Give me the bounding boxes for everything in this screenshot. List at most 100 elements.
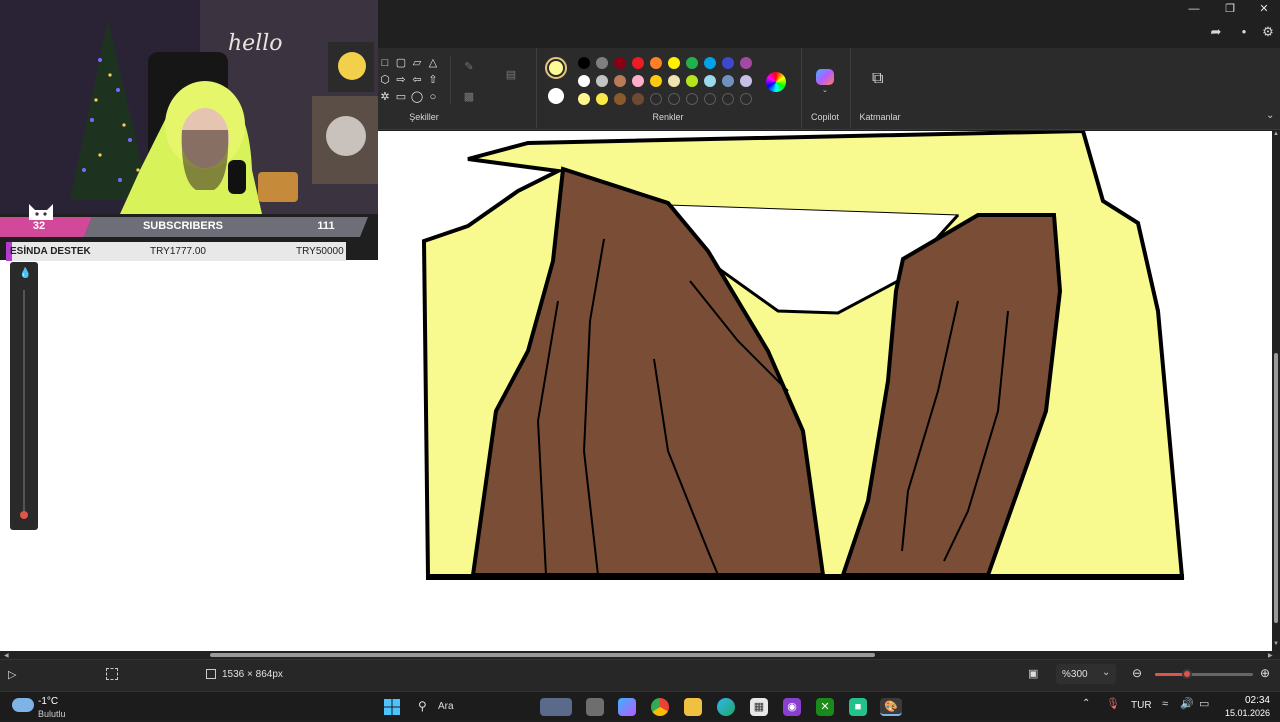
rounded-rectangle-shape-icon[interactable]: ▢ [394,56,408,70]
color-swatch[interactable] [704,57,716,69]
windows-start-icon[interactable] [383,698,401,716]
obs-icon[interactable]: ◉ [783,698,801,716]
color-swatch[interactable] [650,57,662,69]
scroll-up-icon[interactable]: ▲ [1273,131,1279,137]
empty-custom-color-slot[interactable] [722,93,734,105]
vertical-scrollbar[interactable]: ▲ ▼ [1272,131,1280,651]
zoom-in-icon[interactable]: ⊕ [1260,666,1270,680]
wifi-icon[interactable]: ≈ [1162,698,1168,710]
clock-date[interactable]: 15.01.2026 [1218,708,1270,718]
zoom-select[interactable]: %300 ⌄ [1056,664,1116,684]
color-swatch[interactable] [686,57,698,69]
volume-icon[interactable]: 🔊 [1180,697,1194,710]
widgets-icon[interactable] [540,698,572,716]
color-swatch[interactable] [614,93,626,105]
color-swatch[interactable] [578,93,590,105]
color-swatch[interactable] [632,57,644,69]
zoom-slider[interactable] [1155,669,1253,679]
slider-thumb[interactable] [20,511,28,519]
color-swatch[interactable] [722,57,734,69]
color-swatch[interactable] [596,75,608,87]
copilot-label[interactable]: Copilot [804,112,846,122]
zoom-out-icon[interactable]: ⊖ [1132,666,1142,680]
secondary-color-button[interactable] [548,88,564,104]
triangle-shape-icon[interactable]: △ [426,56,440,70]
fill-options-icon[interactable]: ▩ [462,90,476,104]
color-swatch[interactable] [614,75,626,87]
paint-app-icon[interactable]: 🎨 [880,698,902,716]
color-swatch[interactable] [578,57,590,69]
outline-brush-icon[interactable]: ✎ [462,60,476,74]
color-swatch[interactable] [632,93,644,105]
polygon-shape-icon[interactable]: ▱ [410,56,424,70]
up-arrow-shape-icon[interactable]: ⇧ [426,73,440,87]
color-swatch[interactable] [722,75,734,87]
color-swatch[interactable] [596,93,608,105]
weather-desc[interactable]: Bulutlu [38,709,66,719]
color-swatch[interactable] [614,57,626,69]
xbox-icon[interactable]: ✕ [816,698,834,716]
show-hidden-icons-chevron-icon[interactable]: ⌃ [1082,698,1090,709]
empty-custom-color-slot[interactable] [650,93,662,105]
color-swatch[interactable] [740,57,752,69]
close-icon[interactable]: ✕ [1246,0,1280,18]
restore-icon[interactable]: ❐ [1212,0,1248,18]
kick-app-icon[interactable]: ■ [849,698,867,716]
zoom-slider-thumb[interactable] [1182,669,1192,679]
empty-custom-color-slot[interactable] [668,93,680,105]
scroll-right-icon[interactable]: ▶ [1268,652,1273,659]
layers-icon[interactable]: ⧉ [872,70,883,88]
ribbon-collapse-chevron-icon[interactable]: ⌄ [1266,110,1274,121]
right-arrow-shape-icon[interactable]: ⇨ [394,73,408,87]
color-swatch[interactable] [578,75,590,87]
shapes-gallery[interactable]: □ ▢ ▱ △ ⬡ ⇨ ⇦ ⇧ ✲ ▭ ◯ ○ [378,56,448,104]
callout-rect-shape-icon[interactable]: ▭ [394,90,408,104]
vertical-volume-slider[interactable]: 💧 [10,262,38,530]
color-swatch[interactable] [668,57,680,69]
callout-cloud-shape-icon[interactable]: ○ [426,90,440,104]
battery-icon[interactable]: ▭ [1199,697,1209,710]
empty-custom-color-slot[interactable] [704,93,716,105]
scroll-down-icon[interactable]: ▼ [1273,641,1279,647]
star-shape-icon[interactable]: ✲ [378,90,392,104]
empty-custom-color-slot[interactable] [686,93,698,105]
minimize-icon[interactable]: — [1176,0,1212,18]
chrome-icon[interactable] [651,698,669,716]
weather-temp[interactable]: -1°C [38,696,58,707]
horizontal-scroll-thumb[interactable] [210,653,875,657]
hexagon-shape-icon[interactable]: ⬡ [378,73,392,87]
color-swatch[interactable] [704,75,716,87]
file-explorer-icon[interactable] [684,698,702,716]
color-swatch[interactable] [686,75,698,87]
copilot-icon[interactable] [816,69,834,85]
account-icon[interactable]: ● [1234,24,1254,40]
empty-custom-color-slot[interactable] [740,93,752,105]
weather-cloud-icon[interactable] [12,698,34,712]
microphone-icon[interactable]: 🎙 [1106,697,1120,710]
shape-options-icon[interactable]: ▤ [504,68,518,82]
drawing-canvas[interactable] [378,128,1280,652]
color-swatch[interactable] [632,75,644,87]
clock-time[interactable]: 02:34 [1224,695,1270,706]
chevron-down-icon[interactable]: ⌄ [822,86,828,94]
primary-color-button[interactable] [545,57,567,79]
color-swatch[interactable] [650,75,662,87]
task-view-icon[interactable] [586,698,604,716]
slider-track[interactable] [23,290,25,518]
callout-oval-shape-icon[interactable]: ◯ [410,90,424,104]
taskbar-search[interactable]: ⚲ Ara [412,696,532,718]
vertical-scroll-thumb[interactable] [1274,353,1278,623]
store-icon[interactable]: ▦ [750,698,768,716]
edge-icon[interactable] [717,698,735,716]
edit-colors-icon[interactable] [766,72,786,92]
scroll-left-icon[interactable]: ◀ [4,652,9,659]
settings-gear-icon[interactable]: ⚙ [1258,24,1278,40]
share-icon[interactable]: ➦ [1206,24,1226,40]
horizontal-scrollbar[interactable]: ◀ ▶ [0,651,1280,659]
rectangle-shape-icon[interactable]: □ [378,56,392,70]
layers-label[interactable]: Katmanlar [854,112,906,122]
left-arrow-shape-icon[interactable]: ⇦ [410,73,424,87]
copilot-taskbar-icon[interactable] [618,698,636,716]
color-swatch[interactable] [596,57,608,69]
input-language[interactable]: TUR [1131,700,1152,711]
